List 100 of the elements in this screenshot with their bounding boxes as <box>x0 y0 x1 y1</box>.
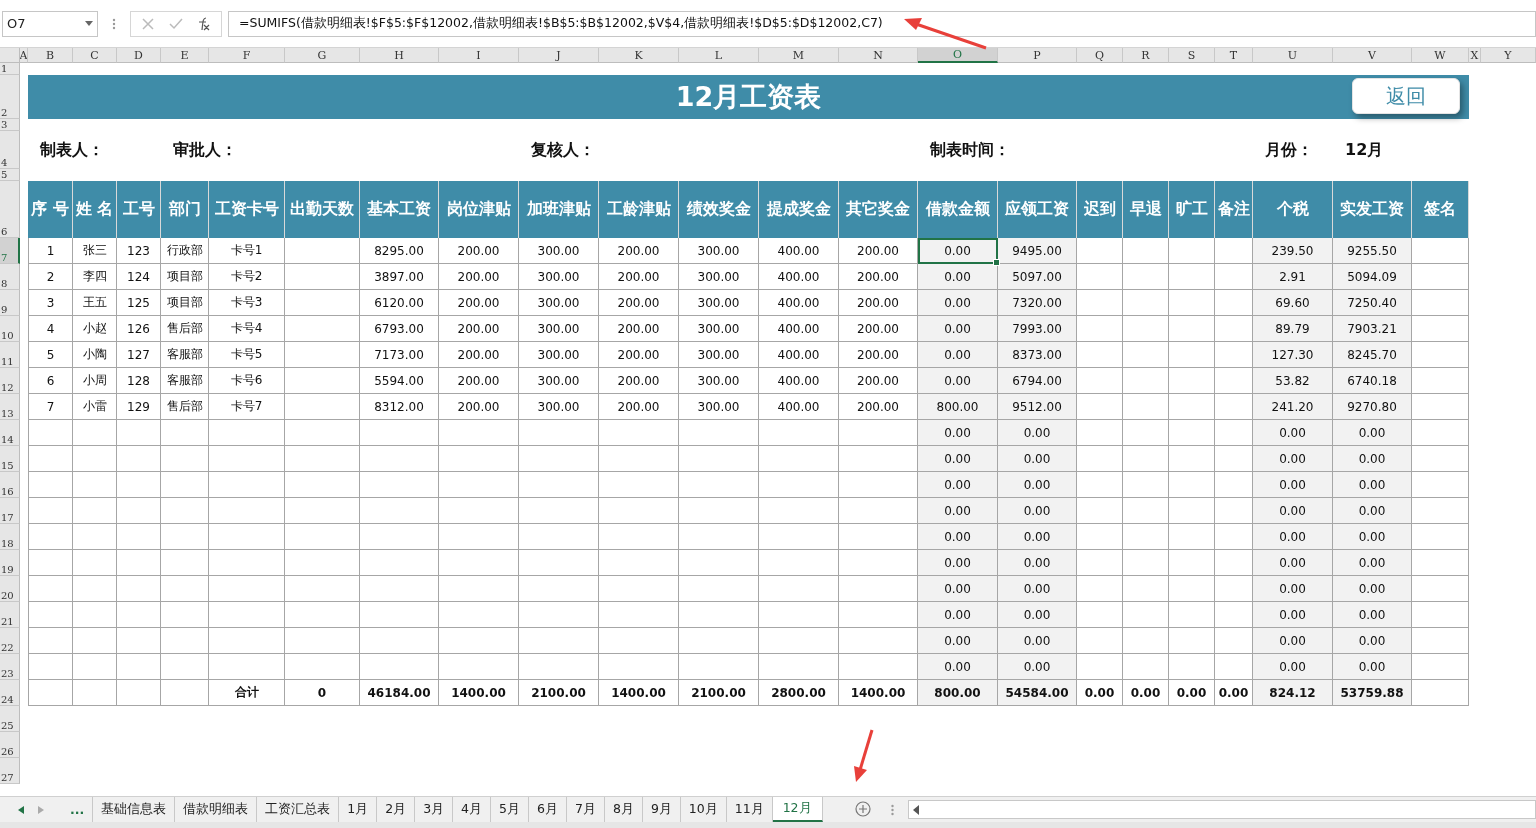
column-header[interactable]: V <box>1333 48 1412 63</box>
table-cell: 200.00 <box>839 368 918 394</box>
table-cell: 300.00 <box>519 342 599 368</box>
row-header[interactable]: 8 <box>0 264 20 290</box>
column-header[interactable]: B <box>28 48 73 63</box>
formula-field[interactable]: =SUMIFS(借款明细表!$F$5:$F$12002,借款明细表!$B$5:$B$12002,$V$4,借款明细表!$D$5:$D$12002,C7) <box>228 10 1536 37</box>
table-cell: 卡号4 <box>209 316 285 342</box>
column-header[interactable]: W <box>1412 48 1469 63</box>
table-cell: 0.00 <box>918 368 998 394</box>
column-header[interactable]: Y <box>1481 48 1536 63</box>
table-cell: 6740.18 <box>1333 368 1412 394</box>
column-header[interactable]: C <box>73 48 117 63</box>
column-heading: 部门 <box>161 181 209 238</box>
column-header[interactable]: J <box>519 48 599 63</box>
column-header[interactable]: R <box>1123 48 1169 63</box>
row-header[interactable]: 24 <box>0 680 20 706</box>
column-header[interactable]: T <box>1215 48 1253 63</box>
row-header[interactable]: 6 <box>0 181 20 238</box>
fill-handle[interactable] <box>993 259 1000 266</box>
row-header[interactable]: 7 <box>0 238 20 264</box>
column-heading: 出勤天数 <box>285 181 360 238</box>
column-header[interactable]: N <box>839 48 918 63</box>
row-header[interactable]: 15 <box>0 446 20 472</box>
caret-icon[interactable] <box>85 21 93 26</box>
row-header[interactable]: 1 <box>0 63 20 75</box>
table-cell: 7250.40 <box>1333 290 1412 316</box>
column-header[interactable]: K <box>599 48 679 63</box>
scroll-left-icon[interactable] <box>911 804 920 815</box>
row-header[interactable]: 10 <box>0 316 20 342</box>
table-cell: 0.00 <box>1253 628 1333 654</box>
return-button[interactable]: 返回 <box>1352 78 1460 114</box>
sheet-tab[interactable]: 12月 <box>772 797 823 822</box>
table-cell: 5 <box>28 342 73 368</box>
column-header[interactable]: O <box>918 48 998 63</box>
column-header[interactable]: P <box>998 48 1077 63</box>
table-cell: 0.00 <box>998 472 1077 498</box>
more-icon[interactable] <box>112 17 116 30</box>
column-heading: 绩效奖金 <box>679 181 759 238</box>
table-cell: 0.00 <box>998 446 1077 472</box>
table-cell: 0.00 <box>1333 420 1412 446</box>
row-header[interactable]: 20 <box>0 576 20 602</box>
column-header[interactable]: E <box>161 48 209 63</box>
row-header[interactable]: 19 <box>0 550 20 576</box>
table-cell: 200.00 <box>439 264 519 290</box>
row-header[interactable]: 22 <box>0 628 20 654</box>
row-header[interactable]: 9 <box>0 290 20 316</box>
table-cell: 123 <box>117 238 161 264</box>
row-header[interactable]: 3 <box>0 119 20 131</box>
row-header[interactable]: 14 <box>0 420 20 446</box>
table-cell: 0.00 <box>1333 654 1412 680</box>
name-box[interactable]: O7 <box>2 10 98 37</box>
row-header[interactable]: 25 <box>0 706 20 732</box>
table-cell: 0.00 <box>918 628 998 654</box>
row-header[interactable]: 21 <box>0 602 20 628</box>
table-cell: 项目部 <box>161 290 209 316</box>
column-header[interactable]: I <box>439 48 519 63</box>
column-header[interactable]: X <box>1469 48 1481 63</box>
scroll-left-icon[interactable] <box>18 805 24 814</box>
row-header[interactable]: 4 <box>0 131 20 169</box>
column-header[interactable]: M <box>759 48 839 63</box>
table-cell: 200.00 <box>839 394 918 420</box>
add-sheet-icon[interactable] <box>854 801 871 817</box>
row-header[interactable]: 16 <box>0 472 20 498</box>
column-header[interactable]: H <box>360 48 439 63</box>
table-cell: 1 <box>28 238 73 264</box>
check-icon[interactable] <box>169 16 183 31</box>
row-header[interactable]: 13 <box>0 394 20 420</box>
row-header[interactable]: 5 <box>0 169 20 181</box>
row-header[interactable]: 2 <box>0 75 20 119</box>
table-cell: 卡号3 <box>209 290 285 316</box>
column-header[interactable]: S <box>1169 48 1215 63</box>
column-header[interactable]: G <box>285 48 360 63</box>
table-cell: 9512.00 <box>998 394 1077 420</box>
column-header[interactable]: D <box>117 48 161 63</box>
function-icon[interactable] <box>197 16 211 31</box>
row-header[interactable]: 27 <box>0 758 20 784</box>
table-cell: 400.00 <box>759 342 839 368</box>
form-label: 制表人： <box>39 138 104 161</box>
column-header[interactable]: F <box>209 48 285 63</box>
table-cell: 0.00 <box>1253 576 1333 602</box>
table-cell: 5094.09 <box>1333 264 1412 290</box>
column-header[interactable]: L <box>679 48 759 63</box>
table-cell: 0.00 <box>918 498 998 524</box>
scroll-right-icon[interactable] <box>38 805 44 814</box>
row-header[interactable]: 11 <box>0 342 20 368</box>
table-cell: 5594.00 <box>360 368 439 394</box>
row-header[interactable]: 23 <box>0 654 20 680</box>
table-cell: 卡号1 <box>209 238 285 264</box>
splitter-icon[interactable] <box>890 804 894 816</box>
select-all-corner[interactable] <box>0 48 20 63</box>
table-cell: 小雷 <box>73 394 117 420</box>
row-header[interactable]: 17 <box>0 498 20 524</box>
column-header[interactable]: U <box>1253 48 1333 63</box>
selected-cell[interactable]: 0.00 <box>918 238 998 264</box>
row-header[interactable]: 18 <box>0 524 20 550</box>
row-header[interactable]: 12 <box>0 368 20 394</box>
row-header[interactable]: 26 <box>0 732 20 758</box>
horizontal-scrollbar[interactable] <box>907 800 1536 819</box>
column-header[interactable]: Q <box>1077 48 1123 63</box>
cancel-icon[interactable] <box>141 16 155 31</box>
